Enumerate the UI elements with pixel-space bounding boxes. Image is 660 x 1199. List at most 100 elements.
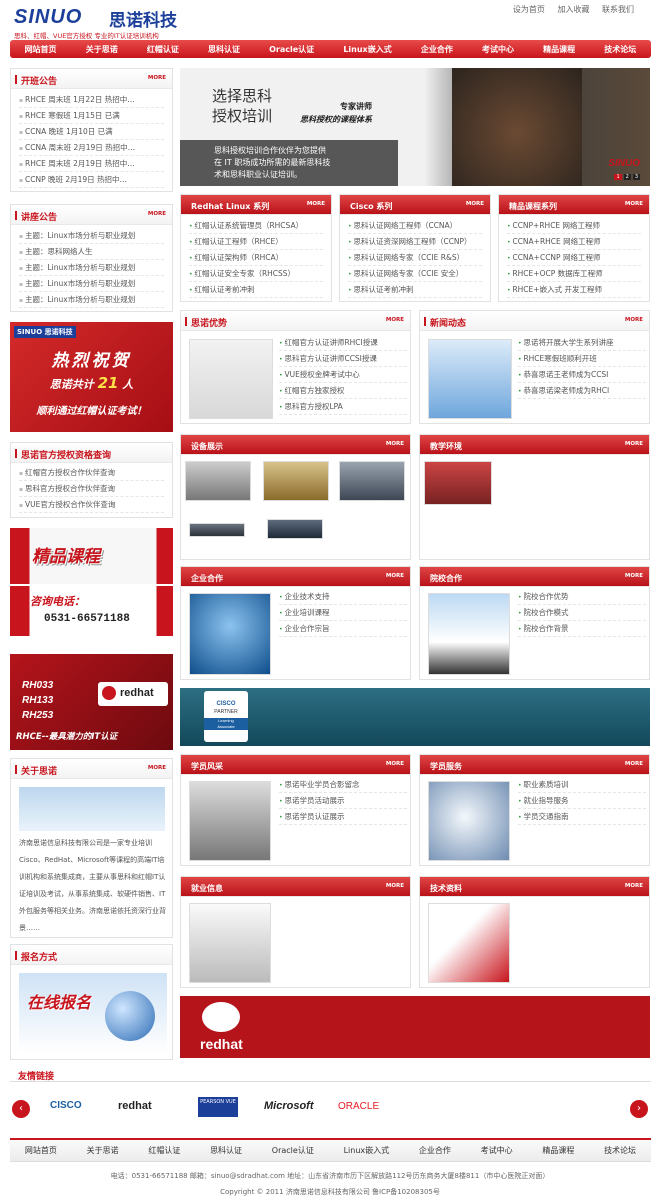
partner-logo-redhat[interactable]: redhat: [118, 1100, 152, 1112]
list-item[interactable]: 院校合作优势: [518, 589, 646, 605]
slide-dot[interactable]: 3: [632, 174, 640, 180]
books-photo[interactable]: [428, 903, 510, 983]
list-item[interactable]: RHCE 周末班 2月19日 热招中…: [19, 156, 164, 172]
more-link[interactable]: MORE: [625, 883, 643, 889]
nav-item[interactable]: 精品课程: [543, 44, 575, 55]
list-item[interactable]: CCNA 晚班 1月10日 已满: [19, 124, 164, 140]
list-item[interactable]: 思科官方授权合作伙伴查询: [19, 481, 164, 497]
more-link[interactable]: MORE: [625, 317, 643, 323]
next-arrow-icon[interactable]: ›: [630, 1100, 648, 1118]
classroom-photo[interactable]: [424, 461, 492, 505]
list-item[interactable]: 主题：Linux市场分析与职业规划: [19, 276, 164, 292]
footer-nav-item[interactable]: 考试中心: [481, 1145, 513, 1156]
list-item[interactable]: CCNA+CCNP 网络工程师: [507, 250, 641, 266]
list-item[interactable]: VUE官方授权合作伙伴查询: [19, 497, 164, 513]
slide-dot[interactable]: 1: [614, 174, 622, 180]
partner-logo-oracle[interactable]: ORACLE: [338, 1101, 379, 1112]
congrats-banner[interactable]: SINUO 思诺科技 热烈祝贺 思诺共计 21 人 顺利通过红帽认证考试！: [10, 322, 173, 432]
list-item[interactable]: 恭喜思诺梁老师成为RHCI: [518, 383, 646, 399]
equipment-photo[interactable]: [267, 519, 323, 539]
list-item[interactable]: 企业培训课程: [279, 605, 407, 621]
nav-item[interactable]: Linux嵌入式: [343, 44, 391, 55]
list-item[interactable]: 思科认证网络专家（CCIE 安全）: [348, 266, 482, 282]
equipment-photo[interactable]: [189, 523, 245, 537]
hotline-banner[interactable]: 咨询电话： 0531-66571188: [10, 586, 173, 636]
footer-nav-item[interactable]: 精品课程: [542, 1145, 574, 1156]
list-item[interactable]: 思科官方授权LPA: [279, 399, 407, 415]
list-item[interactable]: 思诺学员活动展示: [279, 793, 407, 809]
list-item[interactable]: RHCE 寒假班 1月15日 已满: [19, 108, 164, 124]
more-link[interactable]: MORE: [386, 441, 404, 447]
redhat-course-banner[interactable]: RH033 RH133 RH253 redhat RHCE--最具潜力的IT认证: [10, 654, 173, 750]
list-item[interactable]: 院校合作背景: [518, 621, 646, 637]
list-item[interactable]: 主题：思科网络人生: [19, 244, 164, 260]
footer-nav-item[interactable]: 企业合作: [419, 1145, 451, 1156]
contact-link[interactable]: 联系我们: [602, 5, 634, 14]
more-link[interactable]: MORE: [625, 441, 643, 447]
list-item[interactable]: 恭喜思诺王老师成为CCSI: [518, 367, 646, 383]
nav-item[interactable]: 思科认证: [208, 44, 240, 55]
site-logo[interactable]: SINUO 思诺科技 思科、红帽、VUE官方授权 专业的IT认证培训机构: [14, 6, 194, 40]
more-link[interactable]: MORE: [386, 317, 404, 323]
more-link[interactable]: MORE: [148, 75, 166, 81]
list-item[interactable]: 思科认证网络工程师（CCNA）: [348, 218, 482, 234]
list-item[interactable]: 主题：Linux市场分析与职业规划: [19, 260, 164, 276]
partner-logo-microsoft[interactable]: Microsoft: [264, 1100, 314, 1112]
set-homepage-link[interactable]: 设为首页: [513, 5, 545, 14]
list-item[interactable]: 思科认证资深网络工程师（CCNP）: [348, 234, 482, 250]
nav-item[interactable]: 红帽认证: [147, 44, 179, 55]
list-item[interactable]: 红帽认证安全专家（RHCSS）: [189, 266, 323, 282]
signup-banner[interactable]: 在线报名: [19, 973, 167, 1053]
footer-nav-item[interactable]: Linux嵌入式: [344, 1145, 390, 1156]
list-item[interactable]: 主题：Linux市场分析与职业规划: [19, 292, 164, 308]
equipment-photo[interactable]: [339, 461, 405, 501]
partner-logo-pearson[interactable]: PEARSON VUE: [198, 1097, 238, 1117]
more-link[interactable]: MORE: [625, 573, 643, 579]
footer-nav-item[interactable]: 关于思诺: [87, 1145, 119, 1156]
redhat-banner[interactable]: redhat: [180, 996, 650, 1058]
list-item[interactable]: 思诺毕业学员合影留念: [279, 777, 407, 793]
more-link[interactable]: MORE: [386, 573, 404, 579]
list-item[interactable]: 思诺学员认证展示: [279, 809, 407, 825]
list-item[interactable]: 红帽官方认证讲师RHCI授课: [279, 335, 407, 351]
list-item[interactable]: 学员交通指南: [518, 809, 646, 825]
equipment-photo[interactable]: [185, 461, 251, 501]
partner-logo-cisco[interactable]: CISCO: [50, 1100, 82, 1111]
list-item[interactable]: 红帽认证考前冲刺: [189, 282, 323, 298]
list-item[interactable]: 红帽认证系统管理员（RHCSA）: [189, 218, 323, 234]
more-link[interactable]: MORE: [386, 761, 404, 767]
footer-nav-item[interactable]: 网站首页: [25, 1145, 57, 1156]
slide-dot[interactable]: 2: [623, 174, 631, 180]
add-favorite-link[interactable]: 加入收藏: [557, 5, 589, 14]
list-item[interactable]: 思科认证考前冲刺: [348, 282, 482, 298]
nav-item[interactable]: 考试中心: [482, 44, 514, 55]
nav-item[interactable]: 网站首页: [25, 44, 57, 55]
list-item[interactable]: RHCE+OCP 数据库工程师: [507, 266, 641, 282]
footer-nav-item[interactable]: Oracle认证: [272, 1145, 314, 1156]
list-item[interactable]: VUE授权金牌考试中心: [279, 367, 407, 383]
more-link[interactable]: MORE: [148, 211, 166, 217]
more-link[interactable]: MORE: [625, 761, 643, 767]
nav-item[interactable]: 关于思诺: [86, 44, 118, 55]
list-item[interactable]: CCNA 周末班 2月19日 热招中…: [19, 140, 164, 156]
more-link[interactable]: MORE: [625, 201, 643, 207]
footer-nav-item[interactable]: 思科认证: [210, 1145, 242, 1156]
nav-item[interactable]: 企业合作: [421, 44, 453, 55]
list-item[interactable]: 企业技术支持: [279, 589, 407, 605]
more-link[interactable]: MORE: [466, 201, 484, 207]
footer-nav-item[interactable]: 红帽认证: [148, 1145, 180, 1156]
list-item[interactable]: 主题：Linux市场分析与职业规划: [19, 228, 164, 244]
list-item[interactable]: 思诺将开展大学生系列讲座: [518, 335, 646, 351]
prev-arrow-icon[interactable]: ‹: [12, 1100, 30, 1118]
equipment-photo[interactable]: [263, 461, 329, 501]
list-item[interactable]: 职业素质培训: [518, 777, 646, 793]
running-man-photo[interactable]: [189, 903, 271, 983]
list-item[interactable]: CCNP+RHCE 网络工程师: [507, 218, 641, 234]
list-item[interactable]: 就业指导服务: [518, 793, 646, 809]
list-item[interactable]: 院校合作模式: [518, 605, 646, 621]
more-link[interactable]: MORE: [148, 765, 166, 771]
hero-banner[interactable]: 选择思科 授权培训 专家讲师 思科授权的课程体系 思科授权培训合作伙伴为您提供 …: [180, 68, 650, 186]
list-item[interactable]: 红帽官方独家授权: [279, 383, 407, 399]
list-item[interactable]: RHCE寒假班顺利开班: [518, 351, 646, 367]
list-item[interactable]: 企业合作宗旨: [279, 621, 407, 637]
